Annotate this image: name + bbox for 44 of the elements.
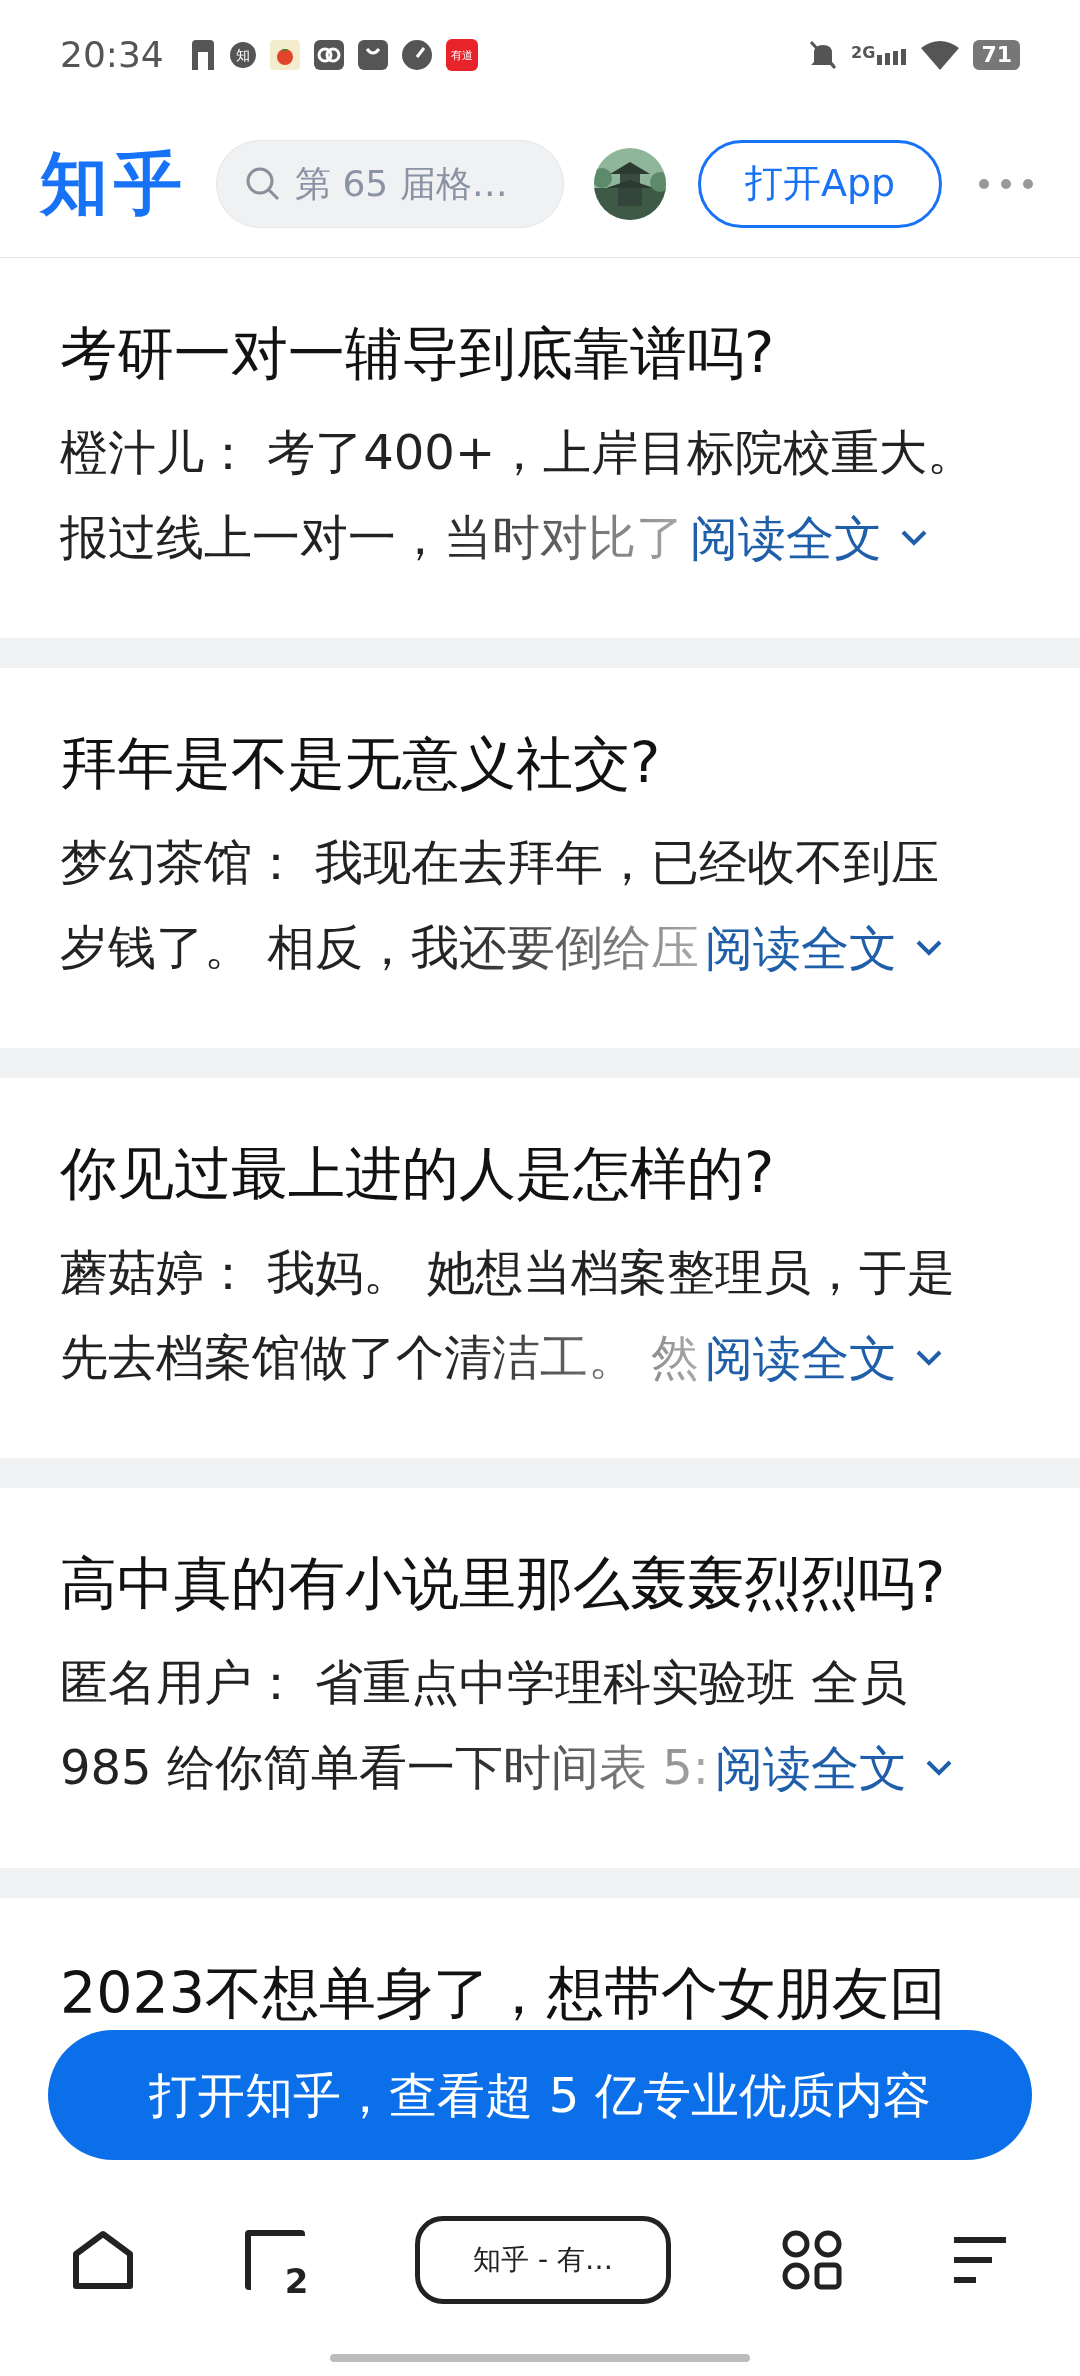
gauge-icon (401, 40, 432, 70)
arch-icon (189, 40, 216, 70)
answer-excerpt: 橙汁儿： 考了400+，上岸目标院校重大。 (60, 423, 977, 482)
chevron-down-icon (915, 938, 944, 957)
search-icon (245, 165, 281, 202)
search-field[interactable]: 第 65 届格… (295, 156, 525, 211)
answer-card[interactable]: 你见过最上进的人是怎样的? 蘑菇婷： 我妈。 她想当档案整理员，于是 先去档案馆做了个清洁工。 然 阅读全文 (0, 1078, 1080, 1458)
search-bar[interactable]: 第 65 届格… (216, 139, 564, 228)
tomato-icon (269, 40, 300, 70)
question-title: 考研一对一辅导到底靠谱吗? (60, 319, 776, 388)
rings-icon (313, 40, 344, 70)
battery-indicator: 71 (973, 40, 1020, 70)
youdao-badge: 有道 (445, 39, 478, 71)
home-icon[interactable] (72, 2230, 134, 2290)
muted-bell-icon (809, 40, 838, 70)
read-more-link[interactable]: 阅读全文 (705, 1321, 944, 1394)
network-label: 2G (851, 45, 876, 61)
question-title: 高中真的有小说里那么轰轰烈烈吗? (60, 1549, 947, 1618)
answer-card[interactable]: 拜年是不是无意义社交? 梦幻茶馆： 我现在去拜年，已经收不到压 岁钱了。 相反，我还要倒给压 阅读全文 (0, 668, 1080, 1048)
read-more-link[interactable]: 阅读全文 (690, 501, 928, 574)
question-title: 拜年是不是无意义社交? (60, 729, 662, 798)
chevron-down-icon (900, 528, 928, 547)
answer-excerpt: 匿名用户： 省重点中学理科实验班 全员 (60, 1653, 908, 1712)
answer-excerpt: 蘑菇婷： 我妈。 她想当档案整理员，于是 (60, 1243, 956, 1302)
chevron-down-icon (915, 1348, 944, 1367)
grid-icon[interactable] (781, 2230, 842, 2290)
address-pill[interactable]: 知乎 - 有… (415, 2216, 671, 2304)
zhihu-badge: 知 (229, 42, 256, 68)
answer-card[interactable]: 高中真的有小说里那么轰轰烈烈吗? 匿名用户： 省重点中学理科实验班 全员 985 给你简单看一下时间表 5:阅读全文 (0, 1488, 1080, 1868)
menu-icon[interactable] (952, 2236, 1008, 2284)
read-more-link[interactable]: 阅读全文 (714, 1731, 953, 1804)
zhihu-logo[interactable]: 知乎 (40, 149, 188, 218)
open-zhihu-banner[interactable]: 打开知乎，查看超 5 亿专业优质内容 (48, 2030, 1032, 2160)
question-title: 你见过最上进的人是怎样的? (60, 1139, 776, 1208)
wifi-icon (921, 40, 960, 70)
chevron-down-icon (924, 1758, 953, 1777)
answer-excerpt: 梦幻茶馆： 我现在去拜年，已经收不到压 (60, 833, 941, 892)
question-title: 2023不想单身了，想带个女朋友回 (60, 1959, 948, 2028)
status-time: 20:34 (60, 33, 164, 77)
answer-card[interactable]: 考研一对一辅导到底靠谱吗? 橙汁儿： 考了400+，上岸目标院校重大。 报过线上一对一，当时对比了 阅读全文 (0, 258, 1080, 638)
read-more-link[interactable]: 阅读全文 (705, 911, 944, 984)
open-app-button[interactable]: 打开App (698, 139, 943, 228)
more-icon[interactable] (978, 177, 1035, 190)
bag-icon (357, 40, 388, 70)
